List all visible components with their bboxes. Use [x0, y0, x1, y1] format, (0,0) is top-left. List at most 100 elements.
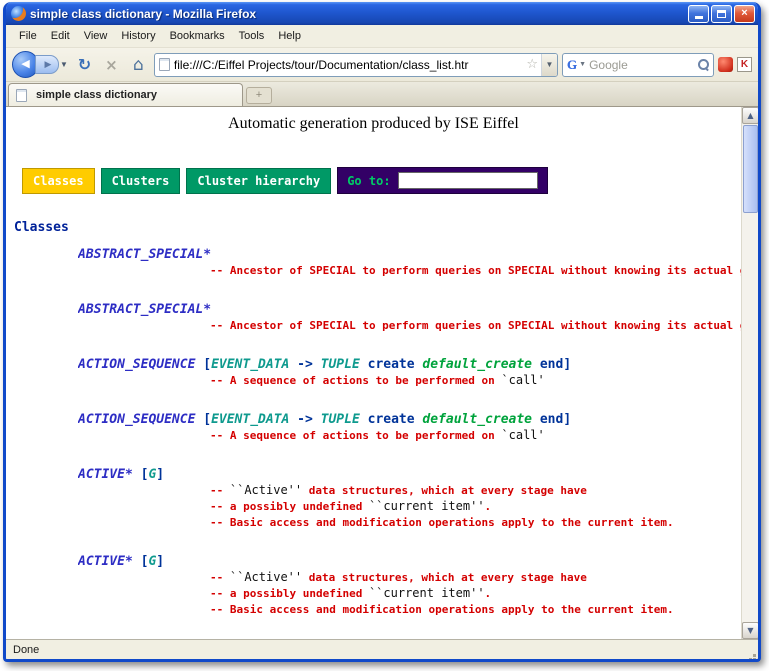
- class-declaration: ACTIVE* [G]: [78, 467, 741, 482]
- page-button-clusters[interactable]: Clusters: [101, 168, 181, 194]
- class-comment-line: -- A sequence of actions to be performed…: [210, 428, 741, 443]
- scroll-up-button[interactable]: ▲: [742, 107, 759, 124]
- feature-link[interactable]: default_create: [422, 412, 532, 427]
- menu-bookmarks[interactable]: Bookmarks: [163, 27, 232, 45]
- goto-box: Go to:: [337, 167, 547, 194]
- comment-text: -- A sequence of actions to be performed…: [210, 374, 501, 387]
- class-comment-line: -- a possibly undefined ``current item''…: [210, 586, 741, 601]
- search-icon[interactable]: [698, 59, 709, 70]
- forward-button[interactable]: ▶: [35, 55, 59, 74]
- class-link[interactable]: ACTIVE*: [78, 467, 133, 482]
- maximize-icon: [717, 10, 726, 18]
- menu-tools[interactable]: Tools: [232, 27, 272, 45]
- addon-icon-k[interactable]: K: [737, 57, 752, 72]
- vertical-scrollbar[interactable]: ▲ ▼: [741, 107, 758, 639]
- class-link[interactable]: ACTIVE*: [78, 554, 133, 569]
- tab-bar: simple class dictionary +: [6, 82, 758, 107]
- class-link[interactable]: ABSTRACT_SPECIAL*: [78, 302, 211, 317]
- class-link[interactable]: ACTION_SEQUENCE: [78, 357, 195, 372]
- generic-link[interactable]: EVENT_DATA: [211, 357, 289, 372]
- keyword: create: [368, 357, 415, 372]
- addon-icon-red[interactable]: [718, 57, 733, 72]
- nav-toolbar: ◀ ▶ ▼ ↻ × ⌂ file:///C:/Eiffel Projects/t…: [6, 48, 758, 82]
- code-text: [532, 357, 540, 372]
- class-link[interactable]: ABSTRACT_SPECIAL*: [78, 247, 211, 262]
- close-button[interactable]: ×: [734, 5, 755, 23]
- comment-text: data structures, which at every stage ha…: [302, 571, 587, 584]
- class-entry: ABSTRACT_SPECIAL*-- Ancestor of SPECIAL …: [6, 247, 741, 278]
- comment-code: ``current item'': [369, 586, 485, 600]
- tab-simple-class-dictionary[interactable]: simple class dictionary: [8, 83, 243, 106]
- window-controls: ×: [688, 5, 755, 23]
- comment-code: ``current item'': [369, 499, 485, 513]
- generic-link[interactable]: TUPLE: [321, 412, 360, 427]
- menu-edit[interactable]: Edit: [44, 27, 77, 45]
- menu-history[interactable]: History: [114, 27, 162, 45]
- menu-help[interactable]: Help: [271, 27, 308, 45]
- history-dropdown-icon[interactable]: ▼: [59, 60, 69, 69]
- tab-label: simple class dictionary: [36, 89, 157, 101]
- nav-button-row: ClassesClustersCluster hierarchy Go to:: [22, 167, 741, 194]
- keyword: end: [540, 357, 563, 372]
- code-text: ]: [563, 412, 571, 427]
- search-engine-dropdown-icon[interactable]: ▼: [579, 61, 586, 68]
- window-title: simple class dictionary - Mozilla Firefo…: [30, 7, 688, 21]
- resize-grip[interactable]: [753, 654, 756, 657]
- class-entry: ACTIVE* [G]-- ``Active'' data structures…: [6, 467, 741, 530]
- page-icon: [159, 58, 170, 71]
- class-comment-line: -- ``Active'' data structures, which at …: [210, 483, 741, 498]
- refresh-button[interactable]: ↻: [73, 53, 96, 76]
- generic-link[interactable]: EVENT_DATA: [211, 412, 289, 427]
- code-text: ->: [289, 412, 320, 427]
- menu-file[interactable]: File: [12, 27, 44, 45]
- title-bar[interactable]: simple class dictionary - Mozilla Firefo…: [6, 2, 758, 25]
- class-link[interactable]: ACTION_SEQUENCE: [78, 412, 195, 427]
- class-declaration: ACTION_SEQUENCE [EVENT_DATA -> TUPLE cre…: [78, 357, 741, 372]
- home-button[interactable]: ⌂: [127, 53, 150, 76]
- section-title: Classes: [14, 220, 741, 235]
- comment-code: ``Active'': [230, 483, 302, 497]
- comment-text: --: [210, 484, 230, 497]
- code-text: ->: [289, 357, 320, 372]
- keyword: end: [540, 412, 563, 427]
- status-text: Done: [13, 644, 39, 656]
- code-text: [360, 412, 368, 427]
- search-box[interactable]: G ▼ Google: [562, 53, 714, 77]
- feature-link[interactable]: default_create: [422, 357, 532, 372]
- page-header: Automatic generation produced by ISE Eif…: [6, 115, 741, 135]
- class-comment-line: -- Ancestor of SPECIAL to perform querie…: [210, 263, 741, 278]
- url-bar[interactable]: file:///C:/Eiffel Projects/tour/Document…: [154, 53, 558, 77]
- menu-view[interactable]: View: [77, 27, 115, 45]
- class-declaration: ACTION_SEQUENCE [EVENT_DATA -> TUPLE cre…: [78, 412, 741, 427]
- class-entry: ACTIVE* [G]-- ``Active'' data structures…: [6, 554, 741, 617]
- class-comment-line: -- Basic access and modification operati…: [210, 515, 741, 530]
- page-button-classes[interactable]: Classes: [22, 168, 95, 194]
- comment-text: -- a possibly undefined: [210, 587, 369, 600]
- search-input[interactable]: Google: [589, 58, 698, 72]
- comment-text: -- A sequence of actions to be performed…: [210, 429, 501, 442]
- comment-text: .: [485, 500, 492, 513]
- bookmark-star-icon[interactable]: ☆: [523, 57, 541, 72]
- minimize-button[interactable]: [688, 5, 709, 23]
- page-buttons: ClassesClustersCluster hierarchy: [22, 168, 337, 194]
- goto-input[interactable]: [398, 172, 538, 189]
- comment-text: -- a possibly undefined: [210, 500, 369, 513]
- scroll-down-button[interactable]: ▼: [742, 622, 759, 639]
- class-list: ABSTRACT_SPECIAL*-- Ancestor of SPECIAL …: [6, 247, 741, 639]
- new-tab-stub[interactable]: +: [246, 87, 272, 104]
- code-text: [: [195, 412, 211, 427]
- generic-link[interactable]: TUPLE: [321, 357, 360, 372]
- url-dropdown-button[interactable]: ▼: [541, 54, 557, 76]
- page-button-cluster-hierarchy[interactable]: Cluster hierarchy: [186, 168, 331, 194]
- stop-button[interactable]: ×: [100, 53, 123, 76]
- comment-code: `call': [501, 373, 544, 387]
- scrollbar-thumb[interactable]: [743, 125, 758, 213]
- code-text: ]: [156, 467, 164, 482]
- class-comment-line: -- A sequence of actions to be performed…: [210, 373, 741, 388]
- goto-label: Go to:: [347, 174, 390, 188]
- comment-text: .: [485, 587, 492, 600]
- page-content: Automatic generation produced by ISE Eif…: [6, 107, 741, 639]
- maximize-button[interactable]: [711, 5, 732, 23]
- class-entry: ABSTRACT_SPECIAL*-- Ancestor of SPECIAL …: [6, 302, 741, 333]
- code-text: ]: [156, 554, 164, 569]
